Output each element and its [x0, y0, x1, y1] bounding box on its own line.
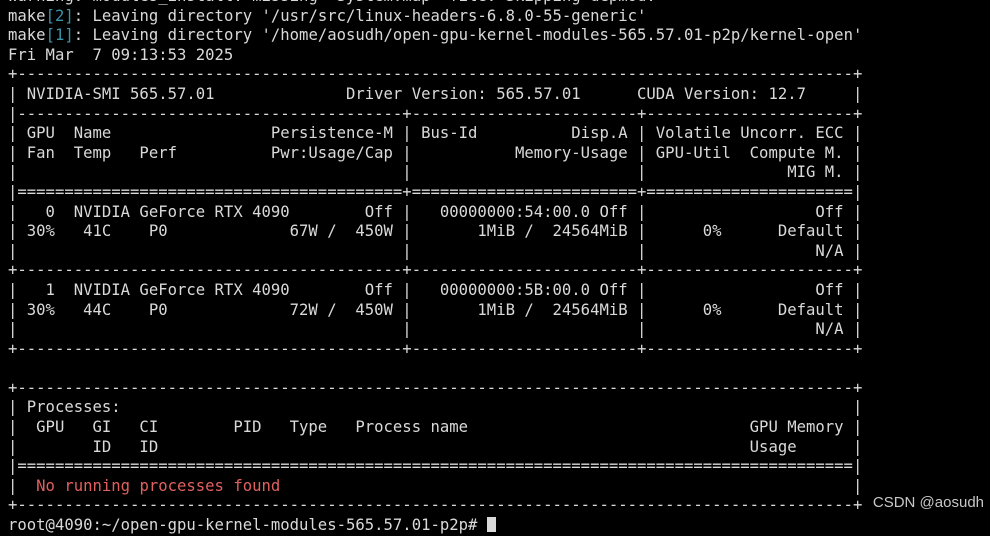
terminal-line: +---------------------------------------…	[8, 379, 862, 399]
terminal-line: root@4090:~/open-gpu-kernel-modules-565.…	[8, 516, 862, 536]
terminal-text: Warning: modules_install: missing 'Syste…	[8, 0, 656, 5]
terminal-segment: [1]	[45, 26, 74, 45]
terminal-segment: : Leaving directory '/home/aosudh/open-g…	[73, 26, 863, 45]
terminal-text: | 30% 44C P0 72W / 450W | 1MiB / 24564Mi…	[8, 300, 863, 319]
terminal-cursor	[486, 517, 496, 533]
terminal-text: | Fan Temp Perf Pwr:Usage/Cap | Memory-U…	[8, 143, 863, 162]
terminal-line: +---------------------------------------…	[8, 261, 862, 281]
csdn-watermark: CSDN @aosudh	[872, 494, 984, 511]
terminal-line: |=======================================…	[8, 183, 862, 203]
terminal-line: | 1 NVIDIA GeForce RTX 4090 Off | 000000…	[8, 281, 862, 301]
terminal-text: | 0 NVIDIA GeForce RTX 4090 Off | 000000…	[8, 202, 863, 221]
terminal-line: |=======================================…	[8, 457, 862, 477]
terminal-text: |---------------------------------------…	[8, 104, 863, 123]
terminal-output[interactable]: Warning: modules_install: missing 'Syste…	[8, 0, 862, 536]
terminal-line: Fri Mar 7 09:13:53 2025	[8, 46, 862, 66]
terminal-line: +---------------------------------------…	[8, 65, 862, 85]
terminal-text: +---------------------------------------…	[8, 339, 863, 358]
terminal-line: | Processes: |	[8, 398, 862, 418]
terminal-text: root@4090:~/open-gpu-kernel-modules-565.…	[8, 516, 487, 535]
terminal-line: | GPU Name Persistence-M | Bus-Id Disp.A…	[8, 124, 862, 144]
terminal-text: | ID ID Usage |	[8, 437, 863, 456]
terminal-line: make[1]: Leaving directory '/home/aosudh…	[8, 26, 862, 46]
terminal-segment: [2]	[45, 6, 74, 25]
terminal-text: | GPU Name Persistence-M | Bus-Id Disp.A…	[8, 124, 863, 143]
terminal-line: | 30% 44C P0 72W / 450W | 1MiB / 24564Mi…	[8, 301, 862, 321]
terminal-line: | ID ID Usage |	[8, 438, 862, 458]
terminal-text: |=======================================…	[8, 457, 863, 476]
terminal-text: | NVIDIA-SMI 565.57.01 Driver Version: 5…	[8, 84, 863, 103]
terminal-segment: make	[8, 6, 46, 25]
terminal-text: +---------------------------------------…	[8, 496, 863, 515]
terminal-line: | NVIDIA-SMI 565.57.01 Driver Version: 5…	[8, 85, 862, 105]
terminal-text: +---------------------------------------…	[8, 65, 863, 84]
terminal-text: |=======================================…	[8, 182, 863, 201]
terminal-segment: : Leaving directory '/usr/src/linux-head…	[73, 6, 647, 25]
terminal-text: | GPU GI CI PID Type Process name GPU Me…	[8, 418, 863, 437]
terminal-text: | 1 NVIDIA GeForce RTX 4090 Off | 000000…	[8, 280, 863, 299]
terminal-segment: make	[8, 26, 46, 45]
terminal-line: |---------------------------------------…	[8, 105, 862, 125]
terminal-line: | 30% 41C P0 67W / 450W | 1MiB / 24564Mi…	[8, 222, 862, 242]
terminal-line: make[2]: Leaving directory '/usr/src/lin…	[8, 7, 862, 27]
terminal-text: | | | N/A |	[8, 241, 863, 260]
terminal-line: | Fan Temp Perf Pwr:Usage/Cap | Memory-U…	[8, 144, 862, 164]
terminal-line: | | | N/A |	[8, 242, 862, 262]
terminal-segment: |	[8, 476, 37, 495]
terminal-text: | | | MIG M. |	[8, 163, 863, 182]
terminal-line: +---------------------------------------…	[8, 496, 862, 516]
terminal-line: | GPU GI CI PID Type Process name GPU Me…	[8, 418, 862, 438]
terminal-text: | | | N/A |	[8, 320, 863, 339]
terminal-text: Fri Mar 7 09:13:53 2025	[8, 45, 234, 64]
terminal-segment: |	[280, 476, 863, 495]
terminal-line: | | | N/A |	[8, 320, 862, 340]
terminal-text: | 30% 41C P0 67W / 450W | 1MiB / 24564Mi…	[8, 222, 863, 241]
terminal-text: +---------------------------------------…	[8, 378, 863, 397]
terminal-line: | | | MIG M. |	[8, 163, 862, 183]
terminal-line: | No running processes found |	[8, 477, 862, 497]
terminal-text: | Processes: |	[8, 398, 863, 417]
terminal-text: +---------------------------------------…	[8, 261, 863, 280]
terminal-line: | 0 NVIDIA GeForce RTX 4090 Off | 000000…	[8, 203, 862, 223]
terminal-line: Warning: modules_install: missing 'Syste…	[8, 0, 862, 7]
terminal-segment: No running processes found	[36, 476, 281, 495]
terminal-line: +---------------------------------------…	[8, 340, 862, 360]
